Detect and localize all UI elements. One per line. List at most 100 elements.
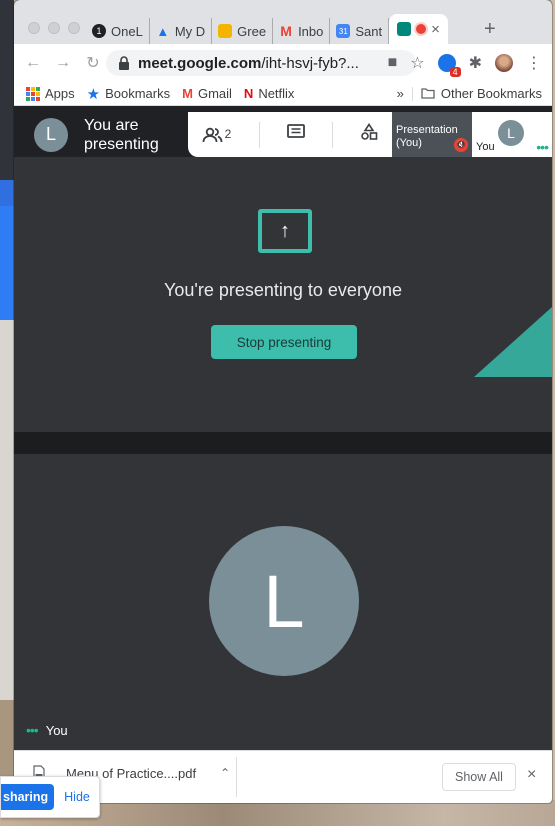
reload-button[interactable]: ↻: [82, 53, 104, 73]
meet-top-bar: L You are presenting 2 Presentation (You…: [14, 112, 552, 157]
bookmark-other[interactable]: Other Bookmarks: [421, 86, 542, 101]
divider: [236, 757, 237, 797]
extension-icon[interactable]: 4: [437, 54, 461, 77]
presenting-message: You're presenting to everyone: [164, 280, 402, 300]
desktop-background-left: [0, 0, 14, 826]
activities-button[interactable]: [360, 123, 378, 146]
tab-onelogin[interactable]: 1 OneL: [86, 18, 150, 44]
presentation-label: Presentation (You): [396, 124, 458, 149]
chevron-up-icon[interactable]: ⌃: [220, 766, 230, 780]
url-host: meet.google.com: [138, 54, 262, 72]
toolbar-icons: ■ ☆ 4 ✱ ⋮: [388, 53, 542, 77]
google-meet-icon: [397, 22, 412, 36]
profile-avatar[interactable]: [495, 54, 513, 72]
gmail-icon: M: [182, 86, 193, 101]
google-calendar-icon: 31: [336, 24, 351, 38]
back-button[interactable]: ←: [22, 54, 44, 72]
avatar: L: [34, 117, 68, 152]
bookmark-label: Gmail: [197, 86, 232, 101]
close-window-button[interactable]: [28, 22, 40, 34]
self-tile-label: ••• You: [26, 722, 68, 738]
google-slides-icon: ▬: [218, 24, 233, 38]
star-icon[interactable]: ☆: [410, 53, 424, 73]
menu-icon[interactable]: ⋮: [526, 53, 542, 73]
show-all-button[interactable]: Show All: [442, 763, 516, 791]
tab-my-drive[interactable]: ▲ My D: [150, 18, 213, 44]
avatar: L: [498, 120, 524, 146]
avatar: L: [209, 526, 359, 676]
tab-calendar[interactable]: 31 Sant: [330, 18, 390, 44]
shapes-icon: [361, 123, 378, 140]
close-tab-icon[interactable]: ×: [431, 21, 440, 38]
tab-label: Sant: [355, 23, 383, 39]
tabs: 1 OneL ▲ My D ▬ Gree M Inbo 31 Sant ×: [86, 14, 448, 44]
bookmark-apps[interactable]: Apps: [26, 86, 75, 101]
tab-label: Gree: [237, 23, 267, 39]
bookmark-bookmarks[interactable]: ★ Bookmarks: [87, 85, 170, 103]
folder-icon: [421, 88, 435, 99]
divider: [14, 432, 552, 454]
chat-button[interactable]: [286, 124, 305, 145]
tab-gmail[interactable]: M Inbo: [273, 18, 331, 44]
puzzle-icon[interactable]: ✱: [469, 53, 482, 73]
people-button[interactable]: 2: [202, 126, 232, 143]
bookmark-label: Bookmarks: [105, 86, 171, 101]
self-thumbnail-label: You: [476, 141, 495, 153]
recording-icon: [416, 24, 427, 34]
bookmark-label: Netflix: [258, 86, 295, 101]
star-filled-icon: ★: [86, 85, 101, 103]
close-icon[interactable]: ×: [527, 766, 536, 784]
bookmark-label: Apps: [45, 86, 75, 101]
bookmark-netflix[interactable]: N Netflix: [244, 86, 295, 101]
self-video-tile: L ••• You: [14, 454, 552, 750]
apps-grid-icon: [26, 86, 40, 101]
hide-button[interactable]: Hide: [64, 790, 90, 804]
divider: [258, 121, 260, 148]
forward-button[interactable]: →: [52, 54, 74, 72]
tab-strip: 1 OneL ▲ My D ▬ Gree M Inbo 31 Sant × +: [14, 0, 552, 44]
onelogin-icon: 1: [92, 24, 106, 38]
lock-icon: [119, 56, 129, 70]
extension-badge: 4: [449, 67, 461, 77]
presenting-panel: ↑ You're presenting to everyone Stop pre…: [14, 157, 552, 432]
stop-presenting-button[interactable]: Stop presenting: [211, 325, 357, 359]
tab-label: OneL: [111, 23, 143, 39]
maximize-window-button[interactable]: [68, 22, 80, 34]
decorative-shape: [474, 307, 552, 377]
gmail-icon: M: [280, 23, 292, 39]
more-options-icon[interactable]: •••: [536, 139, 549, 155]
google-drive-icon: ▲: [156, 23, 170, 39]
divider: [332, 121, 334, 148]
tab-label: My D: [174, 23, 206, 39]
camera-icon[interactable]: ■: [388, 54, 398, 72]
presenting-panel-inner: ↑ You're presenting to everyone Stop pre…: [14, 157, 552, 432]
screen-share-notification: sharing Hide: [0, 776, 100, 818]
bookmarks-right: » Other Bookmarks: [397, 86, 542, 101]
speaking-indicator-icon: •••: [26, 722, 39, 738]
self-thumbnail-tile[interactable]: You L •••: [472, 112, 552, 157]
bookmark-gmail[interactable]: M Gmail: [182, 86, 232, 101]
stop-sharing-button[interactable]: sharing: [1, 784, 55, 810]
self-video-tile-inner: L ••• You: [14, 454, 552, 750]
address-bar[interactable]: meet.google.com/iht-hsvj-fyb?...: [106, 50, 416, 76]
netflix-icon: N: [243, 86, 254, 101]
bookmarks-overflow-button[interactable]: »: [397, 86, 404, 101]
people-icon: [202, 127, 223, 142]
presenting-label: You are presenting: [84, 116, 159, 153]
bookmarks-bar: Apps ★ Bookmarks M Gmail N Netflix » Oth…: [14, 82, 552, 106]
mic-off-icon: 🔇: [454, 138, 468, 152]
bookmark-label: Other Bookmarks: [440, 86, 542, 101]
screen-share-icon: ↑: [258, 209, 312, 253]
people-count: 2: [224, 126, 232, 141]
minimize-window-button[interactable]: [48, 22, 60, 34]
presentation-tile[interactable]: Presentation (You) 🔇: [392, 112, 472, 157]
divider: [411, 86, 413, 101]
tab-slides[interactable]: ▬ Gree: [212, 18, 274, 44]
presenting-status: L You are presenting: [14, 112, 188, 157]
window-controls: [28, 22, 80, 34]
chat-icon: [286, 124, 305, 138]
new-tab-button[interactable]: +: [484, 18, 496, 41]
browser-window: 1 OneL ▲ My D ▬ Gree M Inbo 31 Sant × + …: [14, 0, 552, 803]
meet-controls: 2: [188, 112, 392, 157]
tab-google-meet[interactable]: ×: [389, 14, 448, 44]
